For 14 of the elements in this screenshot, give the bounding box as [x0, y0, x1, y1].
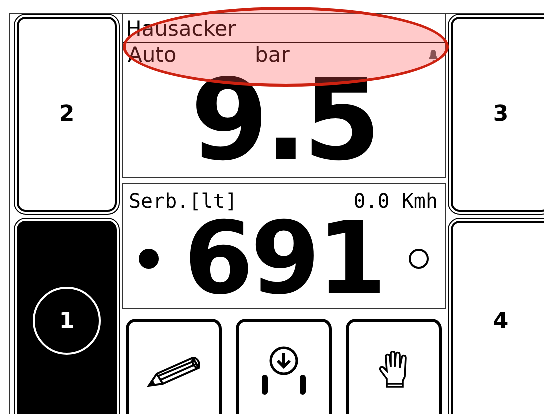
mode-label: Auto [128, 43, 178, 67]
tank-value: 691 [184, 214, 384, 304]
stop-button[interactable] [346, 319, 442, 414]
side-button[interactable]: 4 [451, 221, 544, 414]
download-button[interactable] [236, 319, 332, 414]
side-button[interactable]: 3 [451, 17, 544, 212]
pressure-value: 9.5 [190, 71, 378, 171]
unit-label: bar [255, 43, 290, 67]
bell-icon [428, 48, 439, 62]
tank-label: Serb.[lt] [129, 188, 238, 214]
side-button[interactable]: 1 [17, 221, 117, 414]
speed-readout: 0.0 Kmh [354, 188, 438, 214]
edit-button[interactable] [126, 319, 222, 414]
side-button[interactable]: 2 [17, 17, 117, 212]
